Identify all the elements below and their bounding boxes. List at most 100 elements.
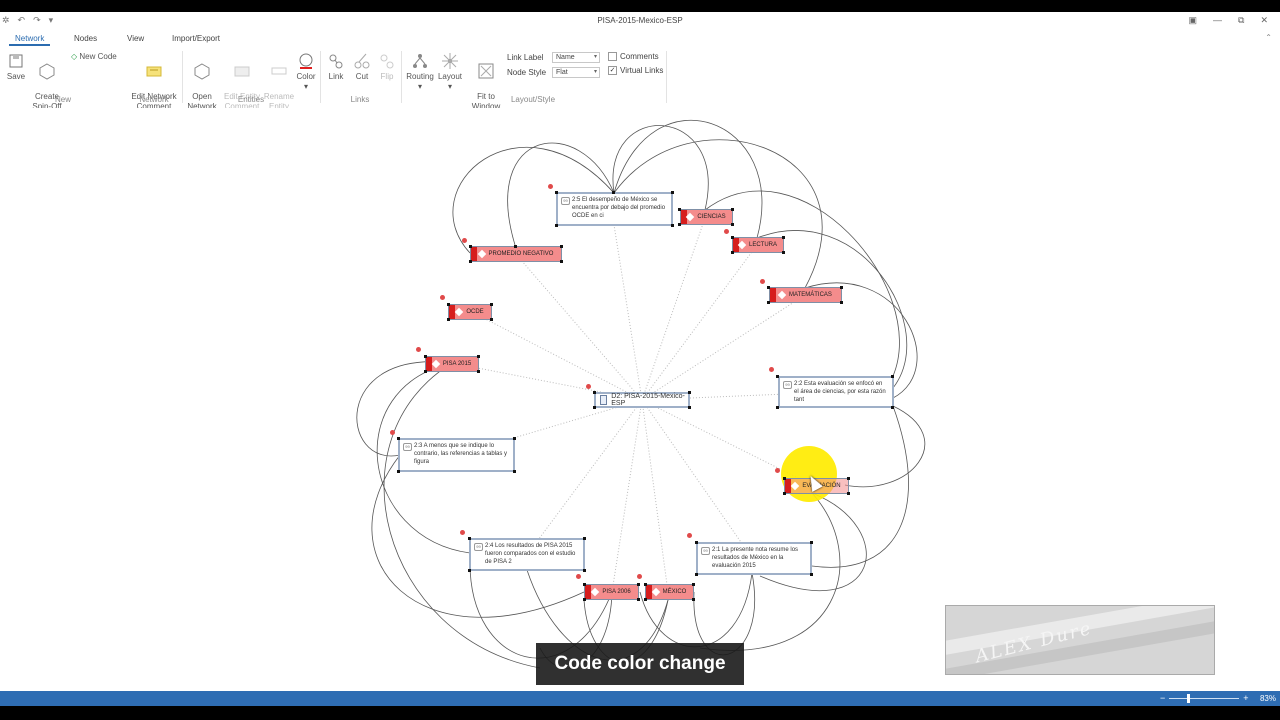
chevron-down-icon: ▾ <box>593 54 597 60</box>
flip-icon <box>380 54 394 69</box>
group-label-layout-style: Layout/Style <box>510 95 556 104</box>
quotation-node-2-4[interactable]: 99 2:4 Los resultados de PISA 2015 fueron… <box>469 538 585 571</box>
link-button[interactable]: Link <box>326 52 346 82</box>
quotation-node-2-1[interactable]: 99 2:1 La presente nota resume los result… <box>696 542 812 575</box>
entity-comment-icon <box>234 66 250 77</box>
ribbon-display-icon[interactable]: ▣ <box>1189 15 1198 26</box>
collapse-ribbon-icon[interactable]: ⌃ <box>1265 33 1272 42</box>
chevron-down-icon: ▾ <box>593 69 597 75</box>
code-node-lectura[interactable]: LECTURA <box>732 237 784 253</box>
save-button[interactable]: Save <box>5 52 27 82</box>
virtual-links-checkbox-box[interactable]: ✓ <box>608 66 617 75</box>
new-code-button[interactable]: ◇ New Code <box>71 52 117 62</box>
code-diamond-icon <box>737 240 747 250</box>
document-node[interactable]: D2: PISA-2015-Mexico-ESP <box>594 392 690 408</box>
layout-icon <box>442 53 458 69</box>
routing-button[interactable]: Routing ▾ <box>405 52 435 92</box>
routing-dropdown-arrow-icon[interactable]: ▾ <box>418 82 422 91</box>
node-pin <box>687 533 692 538</box>
quotation-node-2-2[interactable]: 99 2:2 Esta evaluación se enfocó en el ár… <box>778 376 894 408</box>
flip-button[interactable]: Flip <box>377 52 397 82</box>
layout-button[interactable]: Layout ▾ <box>436 52 464 92</box>
code-node-ciencias[interactable]: CIENCIAS <box>680 209 733 225</box>
tab-nodes[interactable]: Nodes <box>74 34 97 43</box>
ribbon: Save Create Spin-Off ◇ New Code New Edit… <box>0 46 1280 112</box>
node-pin <box>637 574 642 579</box>
restore-icon[interactable]: ⧉ <box>1238 15 1244 26</box>
code-node-mexico[interactable]: MÉXICO <box>645 584 694 600</box>
layout-dropdown-arrow-icon[interactable]: ▾ <box>448 82 452 91</box>
code-node-ocde[interactable]: OCDE <box>448 304 492 320</box>
cut-button[interactable]: Cut <box>352 52 372 82</box>
document-icon <box>600 395 608 405</box>
overlay-thumbnail: ALEX Dure <box>945 605 1215 675</box>
group-label-network: Network <box>139 95 169 104</box>
code-diamond-icon <box>431 359 441 369</box>
quotation-icon: 99 <box>403 443 412 451</box>
code-node-matematicas[interactable]: MATEMÁTICAS <box>769 287 842 303</box>
close-icon[interactable]: ✕ <box>1260 15 1268 26</box>
top-black-bar <box>0 0 1280 12</box>
node-pin <box>416 347 421 352</box>
zoom-in-button[interactable]: + <box>1243 693 1248 703</box>
link-label-select[interactable]: Name ▾ <box>552 52 600 63</box>
tab-network[interactable]: Network <box>8 34 51 46</box>
tab-view[interactable]: View <box>127 34 144 43</box>
comments-checkbox-box[interactable] <box>608 52 617 61</box>
color-dropdown-arrow-icon[interactable]: ▾ <box>304 82 308 91</box>
node-pin <box>462 238 467 243</box>
code-diamond-icon <box>777 290 787 300</box>
window-controls: ▣ — ⧉ ✕ <box>1189 15 1269 26</box>
node-pin <box>760 279 765 284</box>
quotation-node-2-5[interactable]: 99 2:5 El desempeño de México se encuentr… <box>556 192 673 226</box>
node-pin <box>460 530 465 535</box>
network-canvas[interactable]: D2: PISA-2015-Mexico-ESP CIENCIAS LECTUR… <box>0 108 1280 691</box>
code-node-pisa-2015[interactable]: PISA 2015 <box>425 356 479 372</box>
quotation-icon: 99 <box>474 543 483 551</box>
quotation-node-2-3[interactable]: 99 2:3 A menos que se indique lo contrari… <box>398 438 515 472</box>
ribbon-tabs: Network Nodes View Import/Export ⌃ <box>0 32 1280 46</box>
node-pin <box>724 229 729 234</box>
zoom-slider-thumb[interactable] <box>1187 693 1191 703</box>
node-pin <box>775 468 780 473</box>
code-node-promedio-negativo[interactable]: PROMEDIO NEGATIVO <box>470 246 562 262</box>
code-node-pisa-2006[interactable]: PISA 2006 <box>584 584 639 600</box>
virtual-links-checkbox[interactable]: ✓ Virtual Links <box>608 66 663 75</box>
fit-to-window-icon <box>478 63 494 79</box>
group-label-entities: Entities <box>237 95 265 104</box>
quotation-icon: 99 <box>701 547 710 555</box>
code-diamond-icon <box>477 249 486 259</box>
palette-icon <box>299 53 313 69</box>
comments-checkbox[interactable]: Comments <box>608 52 659 61</box>
window-title: PISA-2015-Mexico-ESP <box>597 16 683 25</box>
zoom-out-button[interactable]: − <box>1160 693 1165 703</box>
fit-to-window-button[interactable]: Fit to Window <box>469 52 503 112</box>
code-diamond-icon <box>686 212 695 222</box>
group-label-new: New <box>54 95 71 104</box>
zoom-slider[interactable] <box>1169 693 1240 703</box>
quotation-icon: 99 <box>783 381 792 389</box>
bottom-black-bar <box>0 706 1280 720</box>
open-network-icon <box>194 63 210 80</box>
node-pin <box>769 367 774 372</box>
caption-overlay: Code color change <box>536 643 744 685</box>
code-diamond-icon <box>455 307 464 317</box>
node-pin <box>586 384 591 389</box>
link-label-label: Link Label <box>507 53 544 62</box>
link-icon <box>329 54 343 69</box>
code-diamond-icon <box>791 481 800 491</box>
open-network-button[interactable]: Open Network <box>186 52 218 112</box>
node-pin <box>440 295 445 300</box>
zoom-level: 83% <box>1259 694 1276 703</box>
code-diamond-icon <box>591 587 600 597</box>
tab-import-export[interactable]: Import/Export <box>172 34 220 43</box>
title-bar: ✲ ↶ ↷ ▾ PISA-2015-Mexico-ESP ▣ — ⧉ ✕ <box>0 12 1280 32</box>
node-style-select[interactable]: Flat ▾ <box>552 67 600 78</box>
cut-icon <box>354 53 370 69</box>
minimize-icon[interactable]: — <box>1213 15 1222 26</box>
comment-icon <box>146 66 162 77</box>
node-pin <box>576 574 581 579</box>
color-button[interactable]: Color ▾ <box>295 52 317 92</box>
group-label-links: Links <box>350 95 370 104</box>
status-bar: − + 83% <box>0 691 1280 706</box>
